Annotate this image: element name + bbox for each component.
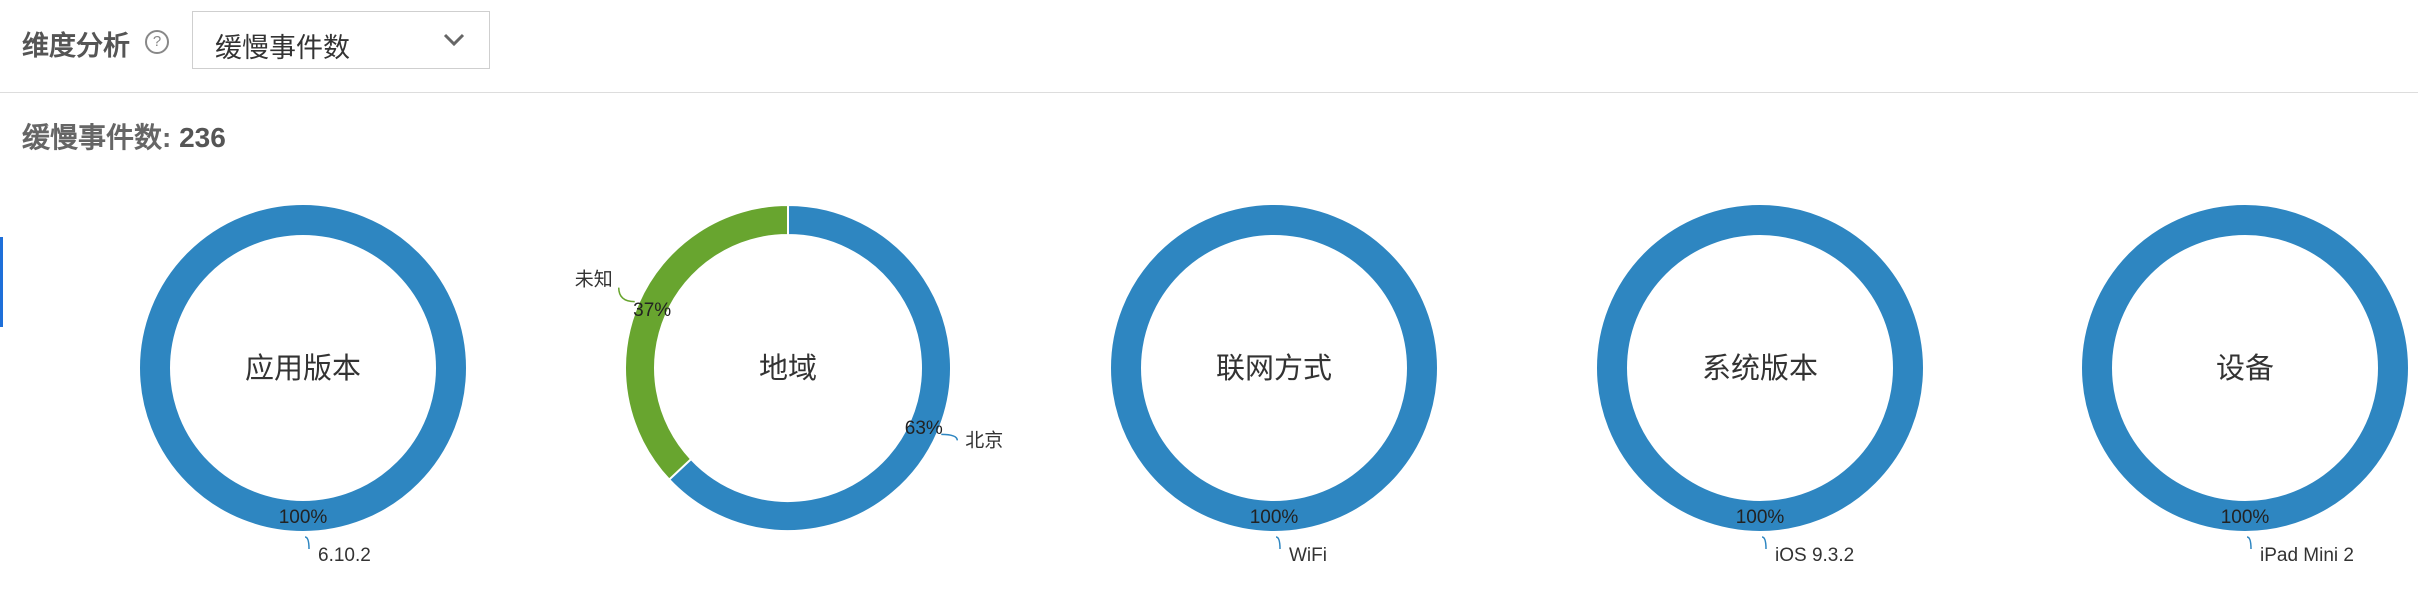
donut-chart: 100% WiFi 联网方式 (1111, 205, 1437, 566)
slice-percent-label: 100% (1250, 507, 1299, 528)
slice-percent-label: 37% (633, 300, 671, 321)
donut-center-title: 地域 (759, 352, 817, 385)
donut-slice[interactable] (624, 203, 789, 481)
donut-charts: 100%6.10.2应用版本63%北京37%未知地域100%WiFi联网方式10… (140, 203, 2408, 566)
donut-center-title: 设备 (2216, 352, 2274, 385)
slice-category-label: iPad Mini 2 (2260, 545, 2354, 566)
slice-category-label: 未知 (575, 269, 613, 291)
donut-chart: 100% iOS 9.3.2 系统版本 (1597, 205, 1923, 566)
slice-percent-label: 63% (905, 418, 943, 439)
slice-category-label: WiFi (1289, 545, 1327, 566)
slice-category-label: 6.10.2 (318, 545, 371, 566)
donut-chart: 100% iPad Mini 2 设备 (2082, 205, 2408, 566)
slice-leader-line (1761, 536, 1767, 550)
slice-percent-label: 100% (1736, 507, 1785, 528)
donut-center-title: 联网方式 (1216, 352, 1332, 385)
slice-leader-line (1275, 536, 1281, 550)
slice-percent-label: 100% (2221, 507, 2270, 528)
donut-center-title: 应用版本 (245, 352, 361, 385)
donut-chart: 100% 6.10.2 应用版本 (140, 205, 466, 566)
slice-percent-label: 100% (279, 507, 328, 528)
donut-chart: 63% 北京 37% 未知地域 (575, 203, 1003, 532)
slice-leader-line (304, 536, 310, 550)
slice-leader-line (941, 433, 959, 441)
donut-center-title: 系统版本 (1702, 352, 1818, 385)
slice-leader-line (2246, 536, 2252, 550)
slice-category-label: iOS 9.3.2 (1775, 545, 1854, 566)
slice-category-label: 北京 (965, 429, 1003, 451)
